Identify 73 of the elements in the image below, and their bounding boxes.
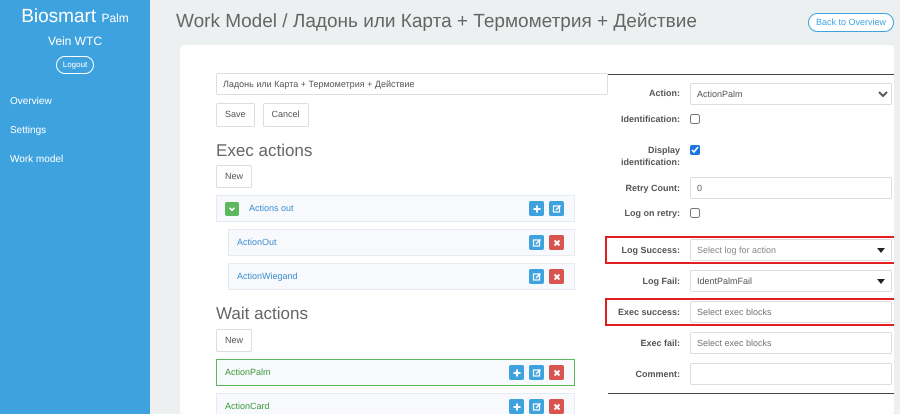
- add-icon: [512, 368, 522, 378]
- edit-button[interactable]: [529, 365, 544, 380]
- delete-button[interactable]: [549, 399, 564, 414]
- name-field[interactable]: Ладонь или Карта + Термометрия + Действие: [216, 73, 608, 95]
- section-heading: Exec actions: [216, 140, 314, 161]
- sidebar-item[interactable]: Settings: [0, 122, 150, 138]
- item-label: Actions out: [249, 202, 295, 216]
- delete-icon: [552, 368, 562, 378]
- field-label: Display identification:: [620, 145, 681, 168]
- dropdown-field[interactable]: Select log for action: [690, 239, 892, 262]
- input-field[interactable]: Select exec blocks: [690, 301, 892, 324]
- add-icon: [532, 204, 542, 214]
- checkbox[interactable]: [690, 145, 700, 155]
- add-button[interactable]: [509, 365, 524, 380]
- sidebar-item[interactable]: Work model: [0, 152, 150, 167]
- edit-icon: [532, 368, 542, 378]
- new-button[interactable]: New: [216, 164, 252, 188]
- chevron-icon: [228, 204, 236, 213]
- add-button[interactable]: [509, 399, 524, 414]
- field-label: Log Fail:: [642, 276, 681, 288]
- tree-item[interactable]: ActionPalm: [216, 359, 575, 386]
- field-label: Log Success:: [620, 244, 681, 256]
- edit-button[interactable]: [529, 269, 544, 284]
- back-button[interactable]: Back to Overview: [808, 12, 894, 32]
- logout-button[interactable]: Logout: [56, 56, 94, 74]
- delete-icon: [552, 272, 562, 282]
- item-label: ActionPalm: [225, 366, 272, 380]
- field-label: Exec success:: [616, 306, 681, 318]
- brand-subtitle: Vein WTC: [46, 32, 103, 50]
- brand-title: Biosmart Palm: [20, 5, 130, 29]
- field-label: Log on retry:: [624, 208, 681, 220]
- edit-button[interactable]: [529, 235, 544, 250]
- edit-button[interactable]: [529, 399, 544, 414]
- section-heading: Wait actions: [216, 304, 309, 325]
- add-button[interactable]: [529, 201, 544, 216]
- input-field[interactable]: 0: [690, 177, 892, 200]
- edit-icon: [532, 402, 542, 412]
- tree-item[interactable]: Actions out: [216, 195, 575, 222]
- save-button[interactable]: Save: [216, 103, 255, 126]
- edit-button[interactable]: [549, 201, 564, 216]
- dropdown-field[interactable]: IdentPalmFail: [690, 270, 892, 292]
- tree-item[interactable]: ActionCard: [216, 393, 575, 414]
- field-label: Identification:: [620, 114, 681, 126]
- edit-icon: [532, 238, 542, 248]
- select-field[interactable]: ActionPalm: [690, 83, 892, 105]
- new-button[interactable]: New: [216, 328, 252, 352]
- delete-button[interactable]: [549, 269, 564, 284]
- field-label: Action:: [648, 88, 681, 100]
- caret-icon: [877, 248, 885, 253]
- delete-button[interactable]: [549, 235, 564, 250]
- add-icon: [512, 402, 522, 412]
- checkbox[interactable]: [690, 208, 700, 218]
- toggle-button[interactable]: [225, 202, 239, 216]
- sidebar-item[interactable]: Overview: [0, 94, 150, 109]
- page-title: Work Model / Ладонь или Карта + Термометрия + Действие: [176, 11, 697, 34]
- delete-icon: [552, 402, 562, 412]
- caret-icon: [877, 278, 885, 284]
- checkbox[interactable]: [690, 114, 700, 124]
- field-label: Comment:: [634, 368, 681, 380]
- edit-icon: [532, 272, 542, 282]
- tree-item[interactable]: ActionWiegand: [228, 263, 575, 290]
- input-field[interactable]: [690, 363, 892, 386]
- input-field[interactable]: Select exec blocks: [690, 332, 892, 354]
- item-label: ActionOut: [237, 236, 278, 250]
- item-label: ActionCard: [225, 400, 271, 414]
- delete-button[interactable]: [549, 365, 564, 380]
- item-label: ActionWiegand: [237, 270, 299, 284]
- field-label: Exec fail:: [639, 338, 681, 350]
- tree-item[interactable]: ActionOut: [228, 229, 575, 256]
- edit-icon: [552, 204, 562, 214]
- delete-icon: [552, 238, 562, 248]
- cancel-button[interactable]: Cancel: [262, 103, 309, 126]
- field-label: Retry Count:: [624, 182, 681, 194]
